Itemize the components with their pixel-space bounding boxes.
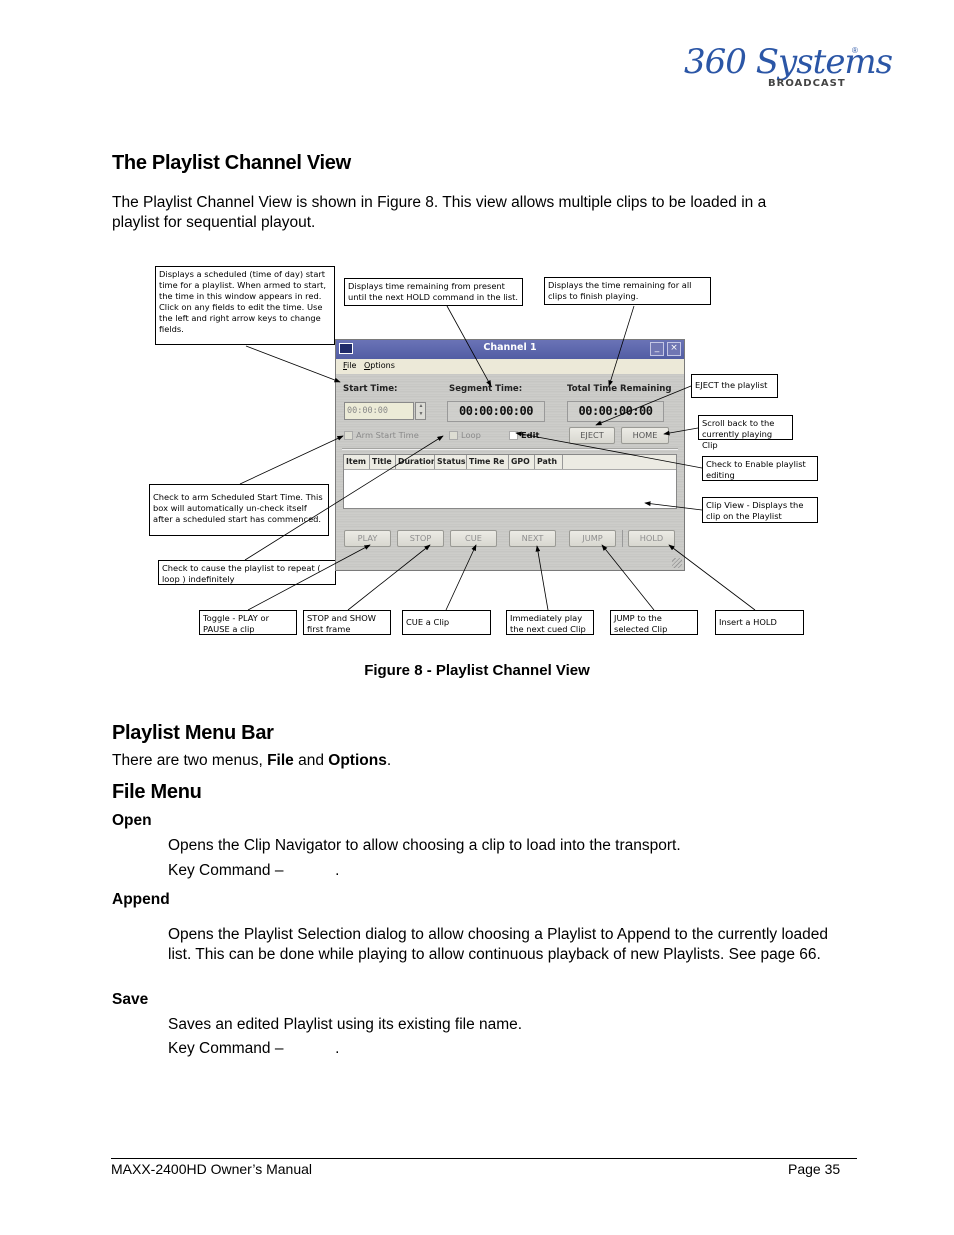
hold-button[interactable]: HOLD bbox=[628, 530, 675, 547]
intro-line-1: The Playlist Channel View is shown in Fi… bbox=[112, 194, 767, 211]
callout-stop: STOP and SHOW first frame bbox=[303, 610, 391, 635]
menu-bar: File Options bbox=[336, 359, 684, 374]
footer-rule bbox=[111, 1158, 857, 1159]
menu-text-prefix: There are two menus, bbox=[112, 752, 268, 769]
column-gpo[interactable]: GPO bbox=[509, 455, 535, 469]
save-heading: Save bbox=[112, 991, 149, 1008]
menu-bar-section-title: Playlist Menu Bar bbox=[112, 722, 274, 744]
next-button[interactable]: NEXT bbox=[509, 530, 556, 547]
eject-button[interactable]: EJECT bbox=[569, 427, 615, 444]
cue-button[interactable]: CUE bbox=[450, 530, 497, 547]
menu-bar-section-text: There are two menus, File and Options. bbox=[112, 751, 391, 771]
clip-list[interactable]: Item Title Duration Status Time Re GPO P… bbox=[343, 454, 677, 509]
edit-checkbox[interactable] bbox=[509, 431, 518, 440]
segment-time-display: 00:00:00:00 bbox=[447, 401, 545, 422]
company-logo: 360 Systems ® BROADCAST bbox=[684, 44, 893, 96]
arm-start-checkbox[interactable] bbox=[344, 431, 353, 440]
start-time-input[interactable]: 00:00:00 bbox=[344, 402, 414, 420]
append-description: Opens the Playlist Selection dialog to a… bbox=[168, 926, 829, 963]
loop-checkbox[interactable] bbox=[449, 431, 458, 440]
column-path[interactable]: Path bbox=[535, 455, 563, 469]
column-status[interactable]: Status bbox=[435, 455, 467, 469]
home-button[interactable]: HOME bbox=[621, 427, 669, 444]
callout-start-time: Displays a scheduled (time of day) start… bbox=[155, 266, 335, 345]
total-time-label: Total Time Remaining bbox=[567, 384, 672, 394]
intro-line-2: playlist for sequential playout. bbox=[112, 214, 316, 231]
column-title[interactable]: Title bbox=[370, 455, 396, 469]
save-key-command: Key Command – . bbox=[168, 1040, 340, 1057]
menu-options[interactable]: Options bbox=[364, 361, 395, 370]
spin-up-icon[interactable]: ▲ bbox=[417, 403, 425, 410]
edit-label: Edit bbox=[521, 430, 540, 440]
callout-clip-view: Clip View - Displays the clip on the Pla… bbox=[702, 497, 818, 523]
registered-mark: ® bbox=[852, 46, 858, 55]
window-titlebar[interactable]: Channel 1 _ × bbox=[336, 340, 684, 359]
callout-segment-time: Displays time remaining from present unt… bbox=[344, 278, 523, 306]
callout-total-time: Displays the time remaining for all clip… bbox=[544, 277, 711, 305]
logo-broadcast-text: BROADCAST bbox=[768, 78, 846, 89]
menu-file[interactable]: File bbox=[343, 361, 356, 370]
callout-next: Immediately play the next cued Clip bbox=[506, 610, 594, 635]
play-button[interactable]: PLAY bbox=[344, 530, 391, 547]
start-time-spinner[interactable]: ▲ ▼ bbox=[415, 402, 426, 420]
logo-script-text: 360 Systems bbox=[684, 42, 893, 82]
figure-caption: Figure 8 - Playlist Channel View bbox=[364, 662, 590, 679]
append-heading: Append bbox=[112, 891, 170, 908]
clip-list-header: Item Title Duration Status Time Re GPO P… bbox=[344, 455, 676, 470]
callout-jump: JUMP to the selected Clip bbox=[610, 610, 698, 635]
file-menu-title: File Menu bbox=[112, 781, 202, 803]
callout-hold: Insert a HOLD bbox=[715, 610, 804, 635]
callout-cue: CUE a Clip bbox=[402, 610, 491, 635]
spin-down-icon[interactable]: ▼ bbox=[417, 411, 425, 418]
menu-text-options: Options bbox=[328, 752, 387, 769]
jump-button[interactable]: JUMP bbox=[569, 530, 616, 547]
separator bbox=[342, 448, 678, 450]
footer-manual-title: MAXX-2400HD Owner’s Manual bbox=[111, 1161, 313, 1177]
open-heading: Open bbox=[112, 812, 152, 829]
menu-text-file: File bbox=[267, 752, 294, 769]
loop-label: Loop bbox=[461, 430, 481, 440]
segment-time-label: Segment Time: bbox=[449, 384, 523, 394]
open-key-command: Key Command – . bbox=[168, 862, 340, 879]
section-title: The Playlist Channel View bbox=[112, 152, 351, 174]
leader-start-time bbox=[245, 345, 341, 383]
close-button[interactable]: × bbox=[667, 342, 681, 356]
callout-edit: Check to Enable playlist editing bbox=[702, 456, 818, 481]
minimize-button[interactable]: _ bbox=[650, 342, 664, 356]
resize-grip[interactable] bbox=[672, 558, 682, 568]
column-item[interactable]: Item bbox=[344, 455, 370, 469]
total-time-display: 00:00:00:00 bbox=[567, 401, 664, 422]
footer-page-number: Page 35 bbox=[788, 1161, 841, 1177]
menu-text-end: . bbox=[386, 752, 392, 769]
callout-loop: Check to cause the playlist to repeat ( … bbox=[158, 560, 336, 585]
arm-start-label: Arm Start Time bbox=[356, 430, 419, 440]
start-time-label: Start Time: bbox=[343, 384, 398, 394]
callout-play: Toggle - PLAY or PAUSE a clip bbox=[199, 610, 297, 635]
callout-eject: EJECT the playlist bbox=[691, 374, 778, 398]
open-description: Opens the Clip Navigator to allow choosi… bbox=[168, 837, 681, 854]
save-description: Saves an edited Playlist using its exist… bbox=[168, 1016, 523, 1033]
column-time-remaining[interactable]: Time Re bbox=[467, 455, 509, 469]
stop-button[interactable]: STOP bbox=[397, 530, 444, 547]
column-duration[interactable]: Duration bbox=[396, 455, 435, 469]
callout-arm-start: Check to arm Scheduled Start Time. This … bbox=[149, 484, 329, 536]
button-divider bbox=[622, 530, 623, 547]
leader-arm bbox=[239, 435, 344, 485]
menu-text-and: and bbox=[293, 752, 329, 769]
window-title: Channel 1 bbox=[483, 342, 537, 353]
channel-window: Channel 1 _ × File Options Start Time: S… bbox=[335, 339, 685, 571]
callout-home: Scroll back to the currently playing Cli… bbox=[698, 415, 793, 450]
